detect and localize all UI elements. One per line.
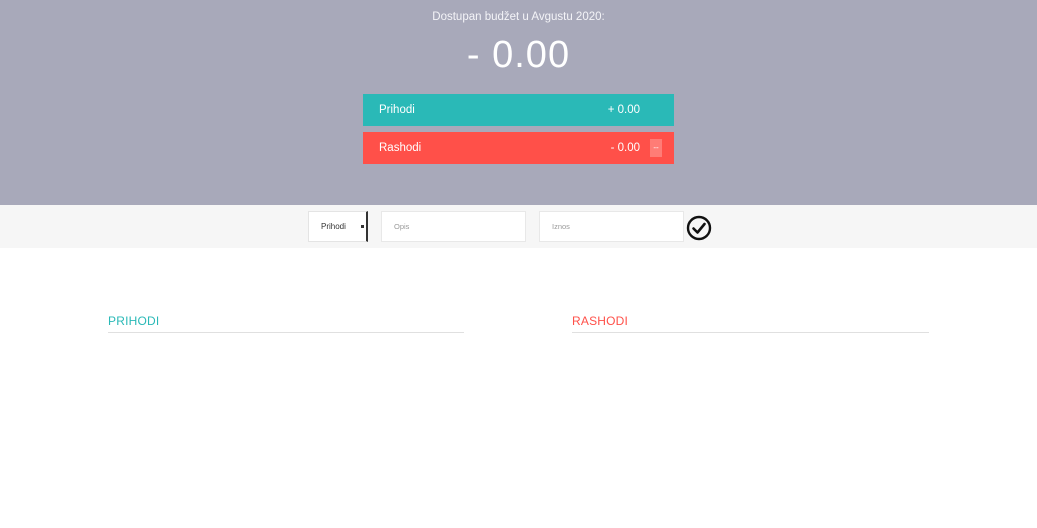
dropdown-arrow-icon [361,225,364,228]
expense-summary-value: - 0.00 [610,142,640,154]
income-summary-value: + 0.00 [607,104,640,116]
check-circle-icon[interactable] [686,215,712,241]
budget-header: Dostupan budžet u Avgustu 2020: - 0.00 P… [0,0,1037,205]
description-input[interactable]: Opis [381,211,526,242]
type-select-value: Prihodi [321,222,346,231]
add-entry-bar: Prihodi Opis Iznos [0,205,1037,248]
type-select[interactable]: Prihodi [308,211,368,242]
expense-list-title: RASHODI [572,314,629,328]
expense-percentage-badge: -- [650,139,662,157]
description-placeholder: Opis [394,222,410,231]
value-input[interactable]: Iznos [539,211,684,242]
income-summary-label: Prihodi [379,104,415,116]
expense-summary: Rashodi - 0.00 -- [363,132,674,164]
budget-title: Dostupan budžet u Avgustu 2020: [432,11,605,23]
value-placeholder: Iznos [552,222,570,231]
income-summary: Prihodi + 0.00 [363,94,674,126]
budget-value: - 0.00 [466,34,571,76]
expense-summary-label: Rashodi [379,142,422,154]
income-list-divider [108,332,464,333]
expense-list-divider [572,332,929,333]
income-list-title: PRIHODI [108,314,160,328]
